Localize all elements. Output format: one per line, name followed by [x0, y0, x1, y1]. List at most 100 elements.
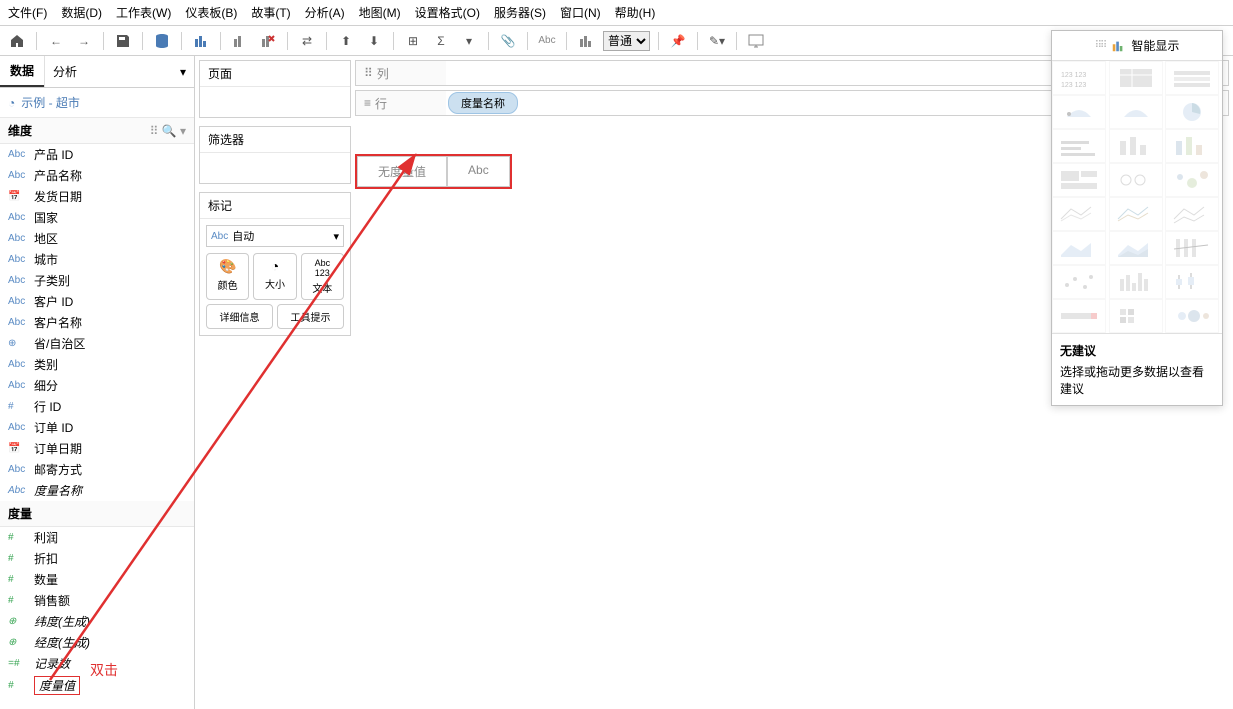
menu-format[interactable]: 设置格式(O) — [415, 4, 480, 21]
fit-icon[interactable] — [575, 30, 597, 52]
showme-chart-1[interactable] — [1109, 61, 1163, 95]
menu-map[interactable]: 地图(M) — [359, 4, 401, 21]
field-客户名称[interactable]: Abc客户名称 — [0, 312, 194, 333]
back-icon[interactable]: ← — [45, 30, 67, 52]
home-icon[interactable] — [6, 30, 28, 52]
showme-chart-10[interactable] — [1109, 163, 1163, 197]
showme-chart-9[interactable] — [1052, 163, 1106, 197]
field-类别[interactable]: Abc类别 — [0, 354, 194, 375]
show-me-panel[interactable]: ⠿⠿ 智能显示 123 123123 123 无建议 选择或拖动更多数据以查看建… — [1051, 30, 1223, 406]
showme-chart-15[interactable] — [1052, 231, 1106, 265]
type-icon: # — [8, 553, 28, 564]
menu-worksheet[interactable]: 工作表(W) — [116, 4, 171, 21]
menu-data[interactable]: 数据(D) — [61, 4, 102, 21]
grip-icon[interactable]: ⠿⠿ — [1095, 40, 1106, 51]
menu-help[interactable]: 帮助(H) — [615, 4, 656, 21]
duplicate-sheet-icon[interactable] — [229, 30, 251, 52]
field-客户 ID[interactable]: Abc客户 ID — [0, 291, 194, 312]
showme-chart-11[interactable] — [1165, 163, 1219, 197]
save-icon[interactable] — [112, 30, 134, 52]
sort-asc-icon[interactable]: ⬆ — [335, 30, 357, 52]
field-邮寄方式[interactable]: Abc邮寄方式 — [0, 459, 194, 480]
svg-text:123 123: 123 123 — [1061, 72, 1086, 79]
group-icon[interactable]: ⊞ — [402, 30, 424, 52]
tab-data[interactable]: 数据 — [0, 56, 44, 87]
field-利润[interactable]: #利润 — [0, 527, 194, 548]
showme-chart-7[interactable] — [1109, 129, 1163, 163]
tab-analysis[interactable]: 分析▾ — [44, 56, 194, 87]
type-icon: Abc — [8, 170, 28, 181]
showme-chart-16[interactable] — [1109, 231, 1163, 265]
filters-card[interactable]: 筛选器 — [199, 126, 351, 184]
row-pill-measure-names[interactable]: 度量名称 — [448, 92, 518, 114]
menu-file[interactable]: 文件(F) — [8, 4, 47, 21]
highlight-dropdown-icon[interactable]: ▾ — [458, 30, 480, 52]
datasource-item[interactable]: ◔ 示例 - 超市 — [0, 88, 194, 118]
showme-chart-18[interactable] — [1052, 265, 1106, 299]
new-worksheet-icon[interactable] — [190, 30, 212, 52]
field-销售额[interactable]: #销售额 — [0, 590, 194, 611]
field-地区[interactable]: Abc地区 — [0, 228, 194, 249]
field-省/自治区[interactable]: ⊕省/自治区 — [0, 333, 194, 354]
showme-chart-6[interactable] — [1052, 129, 1106, 163]
menu-analysis[interactable]: 分析(A) — [305, 4, 345, 21]
showme-chart-5[interactable] — [1165, 95, 1219, 129]
mark-type-select[interactable]: Abc自动▾ — [206, 225, 344, 247]
field-订单日期[interactable]: 📅订单日期 — [0, 438, 194, 459]
pages-card[interactable]: 页面 — [199, 60, 351, 118]
mark-text-button[interactable]: Abc123文本 — [301, 253, 344, 300]
field-数量[interactable]: #数量 — [0, 569, 194, 590]
field-国家[interactable]: Abc国家 — [0, 207, 194, 228]
field-度量名称[interactable]: Abc度量名称 — [0, 480, 194, 501]
showme-chart-23[interactable] — [1165, 299, 1219, 333]
annotation-double-click: 双击 — [90, 660, 118, 680]
field-发货日期[interactable]: 📅发货日期 — [0, 186, 194, 207]
type-icon: Abc — [8, 359, 28, 370]
sort-desc-icon[interactable]: ⬇ — [363, 30, 385, 52]
showme-chart-8[interactable] — [1165, 129, 1219, 163]
showme-chart-4[interactable] — [1109, 95, 1163, 129]
showme-chart-0[interactable]: 123 123123 123 — [1052, 61, 1106, 95]
field-纬度(生成)[interactable]: ⊕纬度(生成) — [0, 611, 194, 632]
mark-detail-button[interactable]: 详细信息 — [206, 304, 273, 329]
field-经度(生成)[interactable]: ⊕经度(生成) — [0, 632, 194, 653]
menu-window[interactable]: 窗口(N) — [560, 4, 601, 21]
showme-chart-20[interactable] — [1165, 265, 1219, 299]
mark-tooltip-button[interactable]: 工具提示 — [277, 304, 344, 329]
pin-icon[interactable]: 📌 — [667, 30, 689, 52]
menu-dashboard[interactable]: 仪表板(B) — [185, 4, 237, 21]
field-产品 ID[interactable]: Abc产品 ID — [0, 144, 194, 165]
highlight-icon[interactable]: ✎▾ — [706, 30, 728, 52]
field-子类别[interactable]: Abc子类别 — [0, 270, 194, 291]
menu-story[interactable]: 故事(T) — [251, 4, 290, 21]
menu-server[interactable]: 服务器(S) — [494, 4, 546, 21]
field-细分[interactable]: Abc细分 — [0, 375, 194, 396]
type-icon: 📅 — [8, 191, 28, 202]
showme-chart-21[interactable] — [1052, 299, 1106, 333]
type-icon: Abc — [8, 485, 28, 496]
showme-chart-13[interactable] — [1109, 197, 1163, 231]
field-行 ID[interactable]: #行 ID — [0, 396, 194, 417]
field-城市[interactable]: Abc城市 — [0, 249, 194, 270]
showme-chart-19[interactable] — [1109, 265, 1163, 299]
presentation-icon[interactable] — [745, 30, 767, 52]
showme-chart-14[interactable] — [1165, 197, 1219, 231]
showme-chart-3[interactable] — [1052, 95, 1106, 129]
totals-icon[interactable]: Σ — [430, 30, 452, 52]
mark-color-button[interactable]: 🎨颜色 — [206, 253, 249, 300]
clear-sheet-icon[interactable] — [257, 30, 279, 52]
showme-chart-22[interactable] — [1109, 299, 1163, 333]
showme-chart-2[interactable] — [1165, 61, 1219, 95]
attach-icon[interactable]: 📎 — [497, 30, 519, 52]
field-产品名称[interactable]: Abc产品名称 — [0, 165, 194, 186]
forward-icon[interactable]: → — [73, 30, 95, 52]
field-折扣[interactable]: #折扣 — [0, 548, 194, 569]
new-datasource-icon[interactable] — [151, 30, 173, 52]
showme-chart-17[interactable] — [1165, 231, 1219, 265]
showme-chart-12[interactable] — [1052, 197, 1106, 231]
field-订单 ID[interactable]: Abc订单 ID — [0, 417, 194, 438]
swap-icon[interactable]: ⇄ — [296, 30, 318, 52]
label-icon[interactable]: Abc — [536, 30, 558, 52]
fit-select[interactable]: 普通 — [603, 31, 650, 51]
mark-size-button[interactable]: ◔大小 — [253, 253, 296, 300]
